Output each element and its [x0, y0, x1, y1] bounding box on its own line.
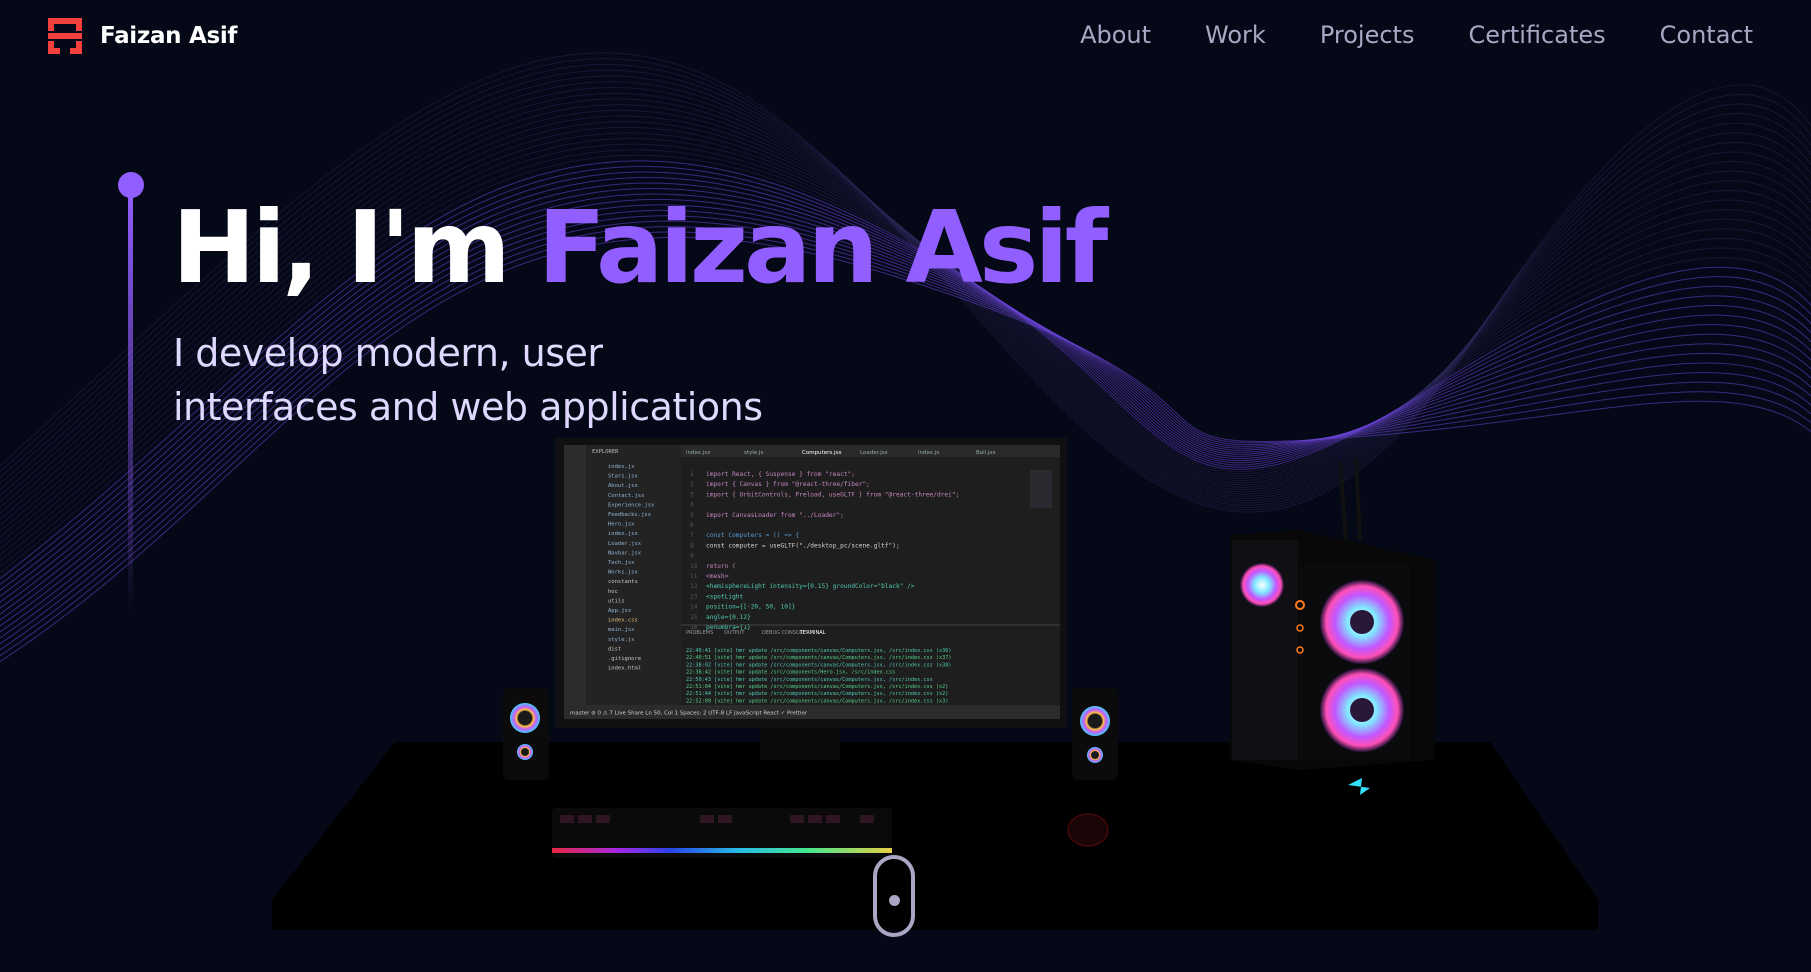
mouse-device: [1067, 813, 1109, 847]
editor-tab: style.js: [744, 450, 763, 456]
code-line: const Computers = () => {: [706, 532, 799, 539]
editor-tab: Computers.jsx: [802, 450, 842, 456]
terminal-line: 22:38:02 [vite] hmr update /src/componen…: [686, 662, 951, 668]
hero-accent-bar: [128, 194, 133, 614]
terminal-line: 22:52:09 [vite] hmr update /src/componen…: [686, 698, 948, 704]
right-speaker: [1072, 688, 1118, 780]
nav-links: About Work Projects Certificates Contact: [1080, 18, 1753, 52]
hero-subtitle-line-1: I develop modern, user: [173, 331, 603, 375]
code-line-number: 8: [690, 542, 694, 549]
code-line: import React, { Suspense } from "react";: [706, 471, 855, 478]
code-line: import { OrbitControls, Preload, useGLTF…: [706, 491, 959, 498]
explorer-file: Contact.jsx: [608, 493, 645, 499]
explorer-file: index.html: [608, 666, 641, 672]
explorer-file: Tech.jsx: [608, 560, 635, 566]
terminal-line: 22:50:43 [vite] hmr update /src/componen…: [686, 677, 933, 683]
explorer-file: dist: [608, 646, 621, 652]
desk-computer-setup[interactable]: EXPLORER index.js Stars.jsx About.jsx Contac…: [0, 0, 1811, 972]
code-line-number: 13: [690, 593, 698, 600]
brand-name: Faizan Asif: [100, 23, 238, 49]
code-line-number: 2: [690, 481, 694, 488]
editor-tab: index.js: [918, 450, 939, 456]
explorer-file: Stars.jsx: [608, 474, 638, 480]
nav-item-work[interactable]: Work: [1205, 18, 1266, 52]
hero-greeting: Hi, I'm: [172, 189, 538, 306]
nav-item-certificates[interactable]: Certificates: [1468, 18, 1605, 52]
mouse-scroll-icon[interactable]: [873, 855, 915, 937]
code-line: return (: [706, 563, 736, 570]
terminal-line: 22:51:04 [vite] hmr update /src/componen…: [686, 684, 948, 690]
code-line-number: 5: [690, 512, 694, 519]
editor-tab: Loader.jsx: [860, 450, 888, 456]
explorer-file: index.jsx: [608, 531, 638, 537]
scroll-dot: [889, 895, 900, 906]
pc-case: [1230, 457, 1435, 795]
code-line-number: 6: [690, 522, 694, 529]
explorer-file: hoc: [608, 589, 618, 595]
code-line-number: 10: [690, 563, 698, 570]
explorer-file: index.js: [608, 464, 635, 470]
terminal-line: 22:40:51 [vite] hmr update /src/componen…: [686, 655, 951, 661]
hero-subtitle-line-2: interfaces and web applications: [173, 385, 763, 429]
code-line-number: 15: [690, 614, 698, 621]
hero-name: Faizan Asif: [537, 189, 1109, 306]
nav-item-projects[interactable]: Projects: [1320, 18, 1415, 52]
code-line-number: 14: [690, 604, 698, 611]
explorer-file: Loader.jsx: [608, 541, 642, 547]
left-speaker: [503, 688, 549, 780]
fa-monogram-icon: [48, 18, 82, 54]
explorer-file: Navbar.jsx: [608, 550, 642, 556]
terminal-tab: PROBLEMS: [686, 630, 713, 636]
monitor: EXPLORER index.js Stars.jsx About.jsx Contac…: [555, 438, 1067, 728]
explorer-file: .gitignore: [608, 656, 641, 662]
code-line: import CanvasLoader from "../Loader";: [706, 512, 844, 519]
code-line-number: 9: [690, 553, 694, 560]
code-line: <spotLight: [706, 593, 744, 600]
svg-text:master ⊘ 0 ⚠ 7 Live Share: master ⊘ 0 ⚠ 7 Live Share Ln 50, Col 1 S…: [570, 711, 808, 717]
explorer-file: index.css: [608, 618, 638, 624]
keyboard: [552, 808, 892, 858]
code-line-number: 12: [690, 583, 698, 590]
terminal-tab: OUTPUT: [724, 630, 745, 636]
brand-logo-link[interactable]: Faizan Asif: [46, 16, 237, 56]
desk-front: [272, 900, 1598, 930]
explorer-file: About.jsx: [608, 483, 638, 489]
monitor-stand: [760, 728, 840, 760]
explorer-file: Works.jsx: [608, 570, 638, 576]
explorer-file: Hero.jsx: [608, 522, 635, 528]
code-line: <hemisphereLight intensity={0.15} ground…: [706, 583, 915, 590]
explorer-file: Feedbacks.jsx: [608, 512, 652, 518]
code-line: <mesh>: [706, 573, 729, 580]
navbar: Faizan Asif About Work Projects Certific…: [0, 0, 1811, 70]
code-line-number: 4: [690, 502, 694, 509]
terminal-line: 22:51:44 [vite] hmr update /src/componen…: [686, 691, 948, 697]
code-line: position={[-20, 50, 10]}: [706, 604, 796, 611]
explorer-file: utils: [608, 598, 625, 604]
code-line: import { Canvas } from "@react-three/fib…: [706, 481, 870, 488]
code-line-number: 7: [690, 532, 694, 539]
nav-item-about[interactable]: About: [1080, 18, 1151, 52]
desk-top: [272, 742, 1598, 900]
terminal-tab: TERMINAL: [799, 630, 826, 636]
editor-tab: index.jsx: [686, 450, 711, 456]
explorer-file: App.jsx: [608, 608, 632, 614]
hero-subtitle: I develop modern, user interfaces and we…: [173, 326, 913, 434]
editor-tab: Ball.jsx: [976, 450, 996, 456]
code-line: angle={0.12}: [706, 614, 751, 621]
code-line: const computer = useGLTF("./desktop_pc/s…: [706, 542, 900, 549]
explorer-file: style.js: [608, 637, 635, 643]
hero-title: Hi, I'm Faizan Asif: [172, 184, 1109, 312]
terminal-line: 22:40:41 [vite] hmr update /src/componen…: [686, 648, 951, 654]
explorer-file: constants: [608, 579, 638, 585]
code-line-number: 11: [690, 573, 698, 580]
terminal-line: 22:38:42 [vite] hmr update /src/componen…: [686, 670, 895, 676]
explorer-file: main.jsx: [608, 627, 635, 633]
code-line-number: 3: [690, 491, 694, 498]
nav-item-contact[interactable]: Contact: [1660, 18, 1753, 52]
explorer-header: EXPLORER: [592, 449, 619, 455]
code-line-number: 1: [690, 471, 694, 478]
explorer-file: Experience.jsx: [608, 502, 655, 508]
